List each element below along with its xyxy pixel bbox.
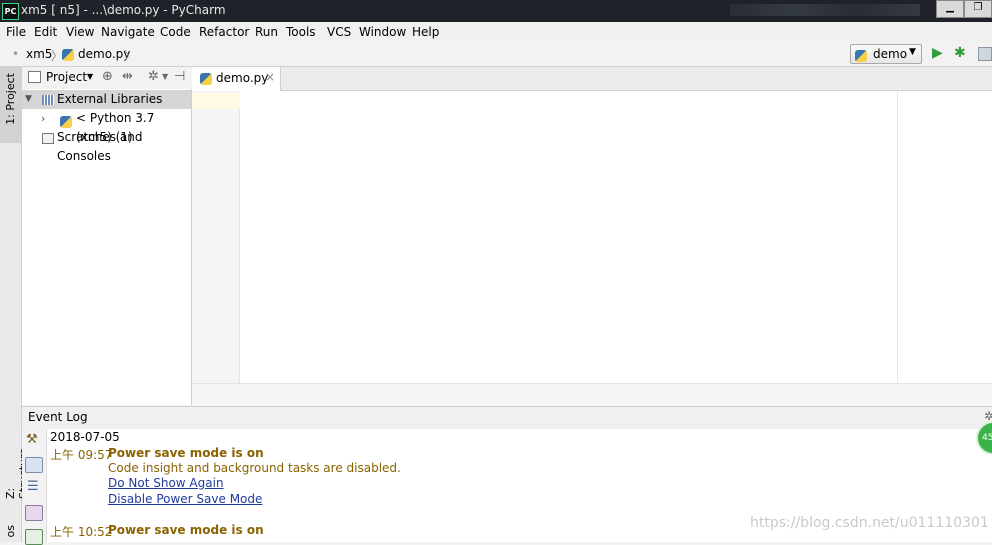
log-time: 上午 09:57 [50, 448, 113, 462]
run-configuration-dropdown[interactable]: demo ▼ [850, 44, 922, 64]
left-tool-stripe: 1: Project Z: Structure os [0, 67, 30, 542]
menu-tools[interactable]: Tools [286, 25, 316, 39]
project-tool-tab[interactable]: 1: Project [0, 67, 21, 143]
menu-bar: File Edit View Navigate Code Refactor Ru… [0, 22, 992, 43]
editor-gutter [192, 91, 240, 383]
maximize-button[interactable]: ❐ [964, 0, 992, 18]
menu-navigate[interactable]: Navigate [101, 25, 155, 39]
menu-window[interactable]: Window [359, 25, 406, 39]
breadcrumb-project[interactable]: xm5 [26, 47, 52, 61]
chevron-down-icon[interactable]: ▼ [87, 72, 93, 81]
coverage-icon[interactable] [978, 47, 992, 61]
event-log-title: Event Log [28, 410, 88, 424]
menu-edit[interactable]: Edit [34, 25, 57, 39]
menu-view[interactable]: View [66, 25, 94, 39]
menu-vcs[interactable]: VCS [327, 25, 351, 39]
message-icon[interactable] [25, 457, 43, 473]
debug-bug-icon[interactable]: ✱ [954, 45, 966, 61]
breadcrumb-file[interactable]: demo.py [78, 47, 130, 61]
disable-power-save-link[interactable]: Disable Power Save Mode [108, 492, 262, 506]
log-entry-message: Code insight and background tasks are di… [108, 461, 401, 475]
collapse-all-icon[interactable]: ⇹ [122, 69, 133, 84]
menu-refactor[interactable]: Refactor [199, 25, 249, 39]
tree-item-label: Scratches and Consoles [57, 130, 143, 163]
code-editor[interactable] [240, 91, 992, 383]
window-title: xm5 [ n5] - ...\demo.py - PyCharm [21, 3, 226, 17]
log-entry-title: Power save mode is on [108, 523, 264, 537]
project-panel-header: Project ▼ ⊕ ⇹ ✲ ▼ ⊣ [22, 67, 191, 90]
chevron-down-icon[interactable]: ▼ [25, 90, 32, 109]
editor-footer [192, 383, 992, 406]
log-date: 2018-07-05 [50, 430, 120, 444]
menu-run[interactable]: Run [255, 25, 278, 39]
close-icon[interactable]: × [265, 70, 275, 84]
minimize-button[interactable]: ▁ [936, 0, 964, 18]
tab-label: demo.py [216, 71, 269, 85]
log-entry-title: Power save mode is on [108, 446, 264, 460]
run-icon[interactable]: ▶ [932, 45, 943, 61]
bottom-tab-label[interactable]: os [4, 525, 17, 537]
tree-item-external-libraries[interactable]: ▼ External Libraries [22, 90, 191, 109]
pycharm-logo-icon: PC [2, 3, 19, 20]
checkbox-icon[interactable] [25, 529, 43, 545]
menu-help[interactable]: Help [412, 25, 439, 39]
scroll-from-source-icon[interactable]: ⊕ [102, 69, 113, 84]
event-log-header: Event Log ✲ [22, 406, 992, 430]
project-tab-label: 1: Project [4, 73, 17, 125]
python-file-icon [200, 71, 212, 85]
current-line-highlight [192, 93, 240, 109]
gear-icon[interactable]: ✲ [148, 69, 159, 84]
run-config-name: demo [873, 47, 908, 61]
settings-list-icon[interactable]: ☰ [27, 479, 39, 494]
editor-tab-bar: demo.py × [192, 67, 992, 92]
menu-file[interactable]: File [6, 25, 26, 39]
chevron-down-icon[interactable]: ▼ [162, 72, 168, 81]
project-tree: ▼ External Libraries › < Python 3.7 (xm5… [22, 89, 192, 405]
event-log-toolbar: ⚒ ☰ [22, 429, 47, 545]
menu-code[interactable]: Code [160, 25, 191, 39]
chevron-right-icon[interactable]: › [41, 109, 45, 128]
python-config-icon [855, 48, 867, 62]
library-icon [42, 95, 54, 105]
project-view-icon [28, 71, 41, 83]
bullet-icon: • [12, 47, 20, 61]
breadcrumb-separator: 〉 [124, 49, 137, 63]
right-margin-guide [897, 91, 898, 383]
do-not-show-again-link[interactable]: Do Not Show Again [108, 476, 224, 490]
export-icon[interactable] [25, 505, 43, 521]
hide-panel-icon[interactable]: ⊣ [174, 69, 185, 84]
tree-item-python-sdk[interactable]: › < Python 3.7 (xm5) (1) [22, 109, 191, 144]
blurred-region [730, 4, 920, 16]
structure-tool-tab[interactable]: Z: Structure [0, 435, 30, 499]
chevron-down-icon: ▼ [909, 47, 916, 57]
tab-demo-py[interactable]: demo.py × [192, 67, 281, 92]
scratches-icon [42, 133, 54, 144]
project-view-selector[interactable]: Project [46, 70, 87, 84]
title-bar: PC xm5 [ n5] - ...\demo.py - PyCharm ▁ ❐ [0, 0, 992, 22]
log-time: 上午 10:52 [50, 525, 113, 539]
navigation-bar: • xm5 〉 demo.py 〉 demo ▼ ▶ ✱ [0, 42, 992, 67]
tree-item-scratches[interactable]: Scratches and Consoles [22, 128, 191, 163]
wrench-icon[interactable]: ⚒ [26, 432, 38, 447]
watermark-text: https://blog.csdn.net/u011110301 [750, 515, 989, 531]
python-file-icon [62, 47, 74, 61]
tree-item-label: External Libraries [57, 92, 163, 106]
